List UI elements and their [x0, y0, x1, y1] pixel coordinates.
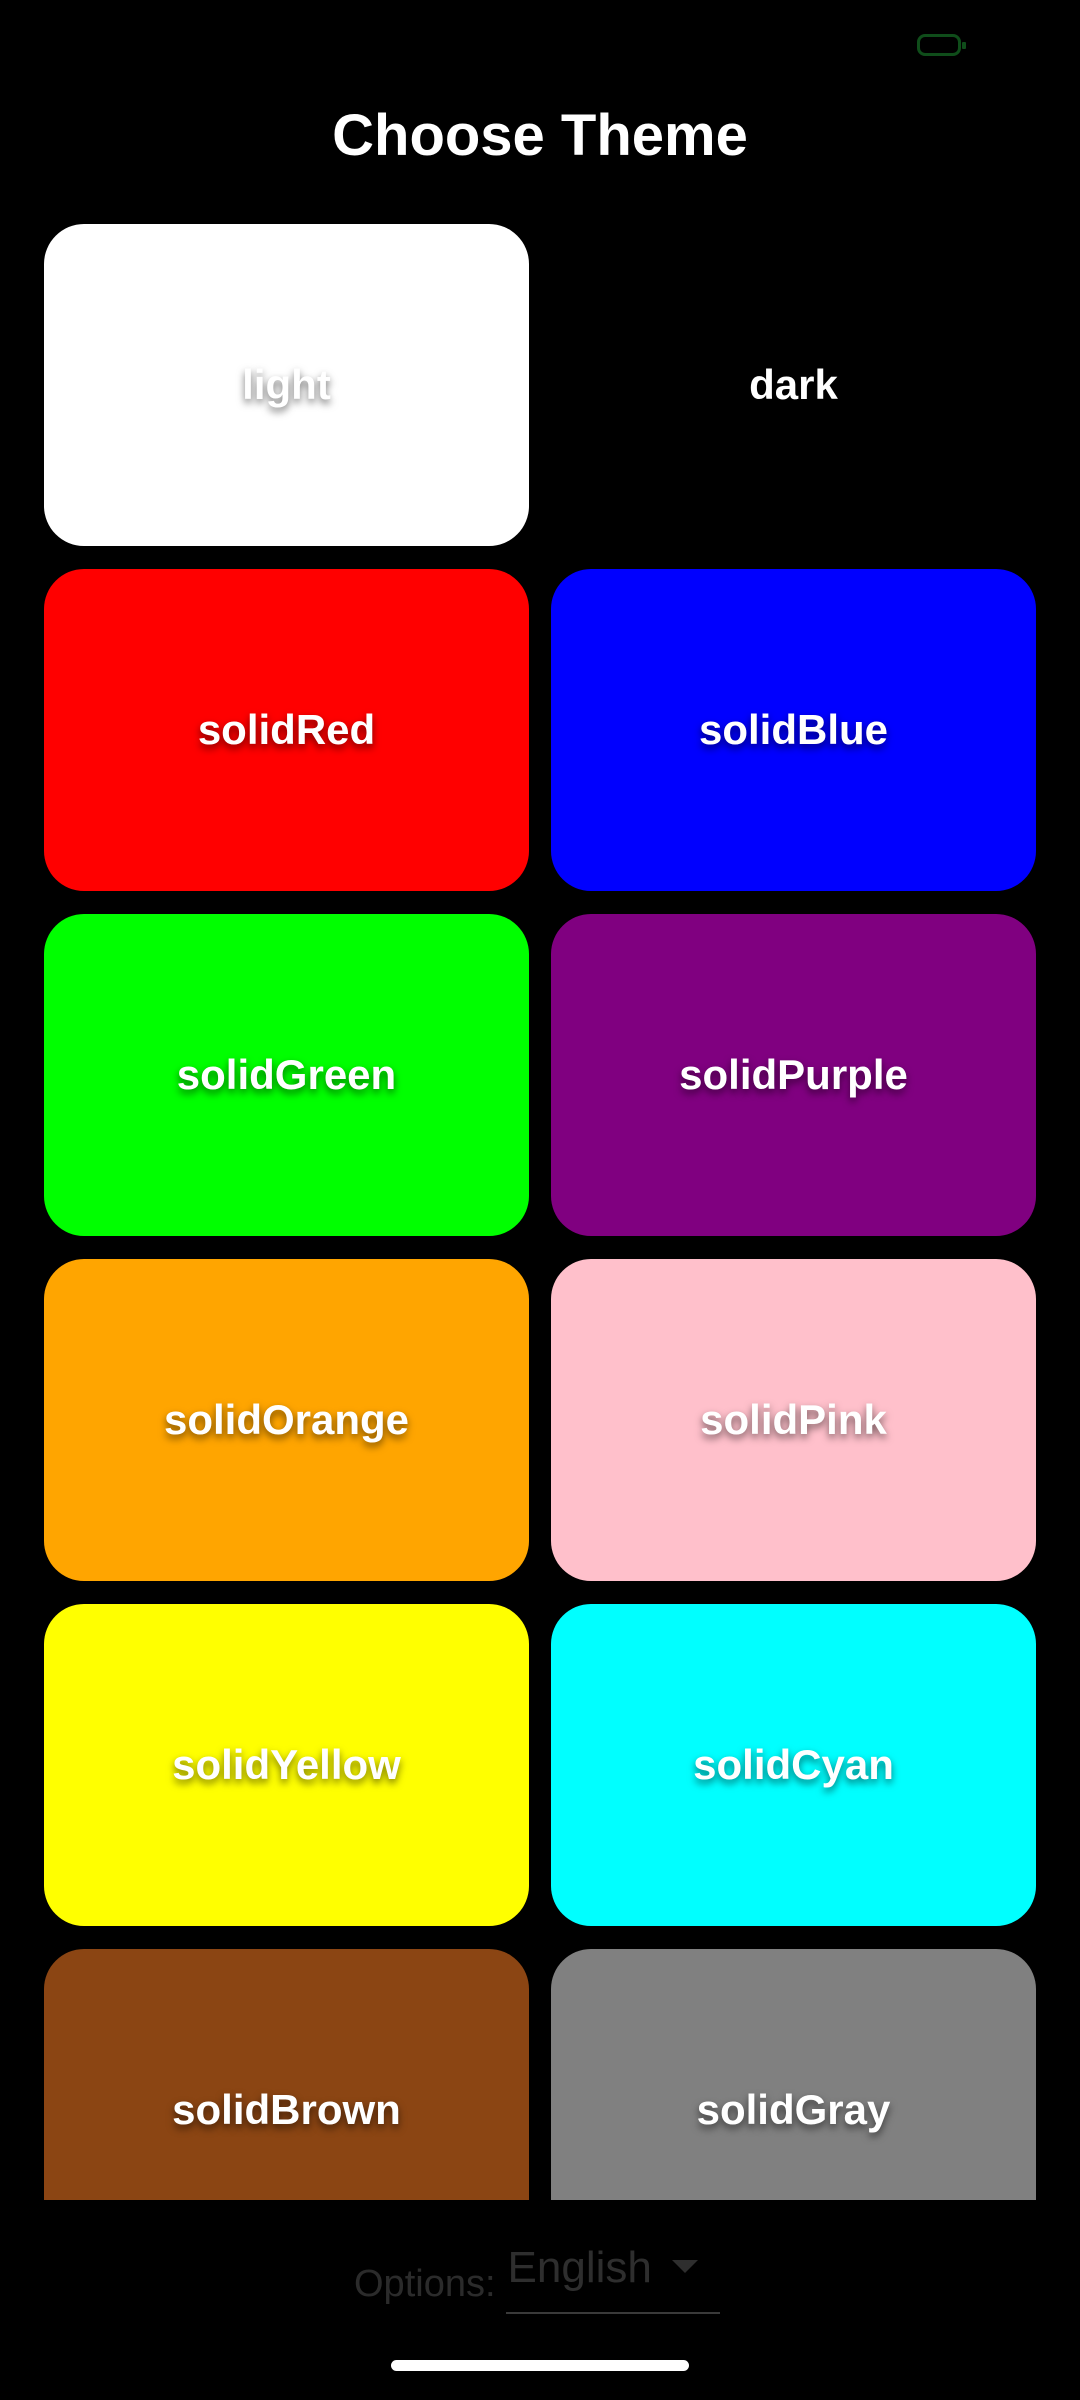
theme-tile-solid-cyan[interactable]: solidCyan [551, 1604, 1036, 1926]
theme-tile-label: solidCyan [693, 1741, 894, 1788]
theme-tile-solid-green[interactable]: solidGreen [44, 914, 529, 1236]
options-label: Options: [354, 2263, 496, 2305]
theme-tile-label: solidOrange [163, 1396, 410, 1443]
theme-tile-label: solidGreen [176, 1051, 397, 1098]
theme-tile-solid-yellow[interactable]: solidYellow [44, 1604, 529, 1926]
theme-tile-label: light [242, 361, 331, 408]
theme-tile-solid-blue[interactable]: solidBlue [551, 569, 1036, 891]
theme-tile-dark[interactable]: dark [551, 224, 1036, 546]
theme-tile-label: solidPink [700, 1396, 887, 1443]
theme-tile-label: solidBlue [698, 706, 889, 753]
battery-icon [917, 34, 966, 56]
theme-tile-solid-purple[interactable]: solidPurple [551, 914, 1036, 1236]
theme-grid-scroll[interactable]: light dark solidRed solidBlue solidGreen… [44, 224, 1036, 2200]
theme-tile-solid-orange[interactable]: solidOrange [44, 1259, 529, 1581]
theme-tile-label: solidPurple [679, 1051, 908, 1098]
theme-grid: light dark solidRed solidBlue solidGreen… [44, 224, 1036, 2200]
options-row: Options: English [354, 2234, 720, 2314]
theme-tile-label: solidRed [197, 706, 376, 753]
home-indicator[interactable] [391, 2360, 689, 2371]
theme-tile-solid-brown[interactable]: solidBrown [44, 1949, 529, 2200]
theme-tile-solid-pink[interactable]: solidPink [551, 1259, 1036, 1581]
language-select[interactable]: English [505, 2234, 720, 2314]
chevron-down-icon [671, 2260, 698, 2273]
theme-picker-screen: Choose Theme light dark solidRed solidBl… [0, 0, 1080, 2400]
theme-tile-solid-red[interactable]: solidRed [44, 569, 529, 891]
theme-tile-label: solidYellow [172, 1741, 401, 1788]
theme-tile-label: solidBrown [172, 2086, 401, 2133]
theme-tile-label: dark [749, 361, 838, 408]
theme-tile-label: solidGray [696, 2086, 891, 2133]
status-bar [0, 0, 1080, 96]
page-title: Choose Theme [332, 103, 748, 168]
language-value: English [507, 2243, 652, 2292]
theme-tile-solid-gray[interactable]: solidGray [551, 1949, 1036, 2200]
theme-tile-light[interactable]: light [44, 224, 529, 546]
